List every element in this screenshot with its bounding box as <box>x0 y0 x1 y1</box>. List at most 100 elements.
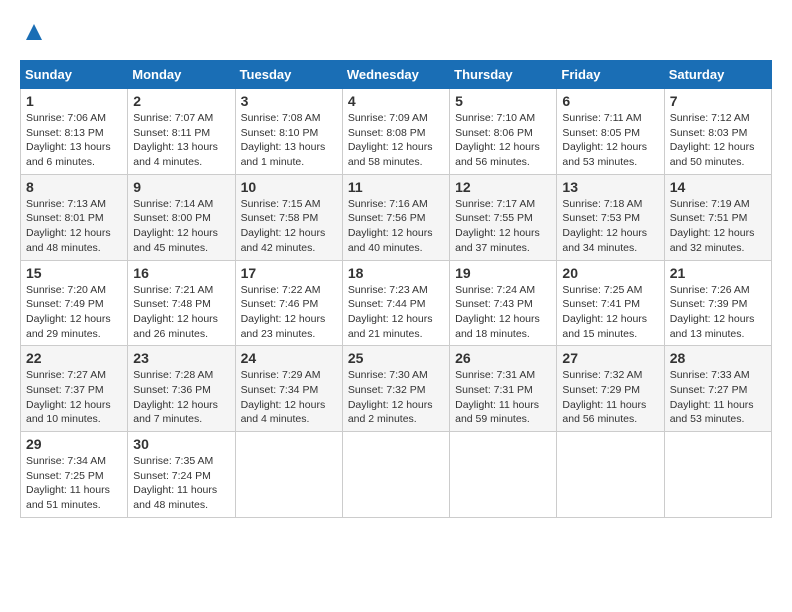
day-info: Sunrise: 7:31 AMSunset: 7:31 PMDaylight:… <box>455 368 551 427</box>
calendar-week-4: 22 Sunrise: 7:27 AMSunset: 7:37 PMDayligh… <box>21 346 772 432</box>
day-number: 15 <box>26 265 122 281</box>
calendar-cell: 26 Sunrise: 7:31 AMSunset: 7:31 PMDayligh… <box>450 346 557 432</box>
day-info: Sunrise: 7:25 AMSunset: 7:41 PMDaylight:… <box>562 283 658 342</box>
calendar-cell: 10Sunrise: 7:15 AMSunset: 7:58 PMDayligh… <box>235 174 342 260</box>
day-info: Sunrise: 7:23 AMSunset: 7:44 PMDaylight:… <box>348 283 444 342</box>
day-header-monday: Monday <box>128 61 235 89</box>
day-info: Sunrise: 7:16 AMSunset: 7:56 PMDaylight:… <box>348 197 444 256</box>
calendar-cell: 3 Sunrise: 7:08 AMSunset: 8:10 PMDaylight… <box>235 89 342 175</box>
day-number: 3 <box>241 93 337 109</box>
day-info: Sunrise: 7:26 AMSunset: 7:39 PMDaylight:… <box>670 283 766 342</box>
calendar-cell: 8 Sunrise: 7:13 AMSunset: 8:01 PMDaylight… <box>21 174 128 260</box>
day-number: 12 <box>455 179 551 195</box>
calendar-cell: 12 Sunrise: 7:17 AMSunset: 7:55 PMDayligh… <box>450 174 557 260</box>
day-info: Sunrise: 7:22 AMSunset: 7:46 PMDaylight:… <box>241 283 337 342</box>
day-info: Sunrise: 7:34 AMSunset: 7:25 PMDaylight:… <box>26 454 122 513</box>
calendar-cell: 15Sunrise: 7:20 AMSunset: 7:49 PMDayligh… <box>21 260 128 346</box>
calendar-cell <box>450 432 557 518</box>
day-info: Sunrise: 7:33 AMSunset: 7:27 PMDaylight:… <box>670 368 766 427</box>
calendar-cell: 24 Sunrise: 7:29 AMSunset: 7:34 PMDayligh… <box>235 346 342 432</box>
day-info: Sunrise: 7:17 AMSunset: 7:55 PMDaylight:… <box>455 197 551 256</box>
calendar-cell: 9 Sunrise: 7:14 AMSunset: 8:00 PMDaylight… <box>128 174 235 260</box>
day-number: 8 <box>26 179 122 195</box>
calendar-cell: 4 Sunrise: 7:09 AMSunset: 8:08 PMDaylight… <box>342 89 449 175</box>
day-info: Sunrise: 7:08 AMSunset: 8:10 PMDaylight:… <box>241 111 337 170</box>
calendar-cell <box>664 432 771 518</box>
day-info: Sunrise: 7:18 AMSunset: 7:53 PMDaylight:… <box>562 197 658 256</box>
calendar-week-2: 8 Sunrise: 7:13 AMSunset: 8:01 PMDaylight… <box>21 174 772 260</box>
calendar-cell: 18 Sunrise: 7:23 AMSunset: 7:44 PMDayligh… <box>342 260 449 346</box>
day-header-wednesday: Wednesday <box>342 61 449 89</box>
day-number: 24 <box>241 350 337 366</box>
calendar-cell: 7 Sunrise: 7:12 AMSunset: 8:03 PMDaylight… <box>664 89 771 175</box>
day-info: Sunrise: 7:28 AMSunset: 7:36 PMDaylight:… <box>133 368 229 427</box>
day-number: 5 <box>455 93 551 109</box>
calendar-cell <box>557 432 664 518</box>
calendar-cell: 19 Sunrise: 7:24 AMSunset: 7:43 PMDayligh… <box>450 260 557 346</box>
day-number: 17 <box>241 265 337 281</box>
calendar-week-3: 15Sunrise: 7:20 AMSunset: 7:49 PMDayligh… <box>21 260 772 346</box>
day-info: Sunrise: 7:10 AMSunset: 8:06 PMDaylight:… <box>455 111 551 170</box>
day-number: 29 <box>26 436 122 452</box>
day-number: 19 <box>455 265 551 281</box>
day-number: 28 <box>670 350 766 366</box>
calendar-cell: 5 Sunrise: 7:10 AMSunset: 8:06 PMDaylight… <box>450 89 557 175</box>
calendar-cell: 23 Sunrise: 7:28 AMSunset: 7:36 PMDayligh… <box>128 346 235 432</box>
day-info: Sunrise: 7:32 AMSunset: 7:29 PMDaylight:… <box>562 368 658 427</box>
day-info: Sunrise: 7:11 AMSunset: 8:05 PMDaylight:… <box>562 111 658 170</box>
day-info: Sunrise: 7:21 AMSunset: 7:48 PMDaylight:… <box>133 283 229 342</box>
day-number: 7 <box>670 93 766 109</box>
day-number: 30 <box>133 436 229 452</box>
day-info: Sunrise: 7:15 AMSunset: 7:58 PMDaylight:… <box>241 197 337 256</box>
day-number: 26 <box>455 350 551 366</box>
day-info: Sunrise: 7:09 AMSunset: 8:08 PMDaylight:… <box>348 111 444 170</box>
day-number: 2 <box>133 93 229 109</box>
day-info: Sunrise: 7:35 AMSunset: 7:24 PMDaylight:… <box>133 454 229 513</box>
header-row: SundayMondayTuesdayWednesdayThursdayFrid… <box>21 61 772 89</box>
calendar-cell: 14 Sunrise: 7:19 AMSunset: 7:51 PMDayligh… <box>664 174 771 260</box>
day-number: 23 <box>133 350 229 366</box>
calendar-cell: 28 Sunrise: 7:33 AMSunset: 7:27 PMDayligh… <box>664 346 771 432</box>
calendar-cell <box>235 432 342 518</box>
calendar-cell: 22 Sunrise: 7:27 AMSunset: 7:37 PMDayligh… <box>21 346 128 432</box>
page-header <box>20 20 772 44</box>
day-info: Sunrise: 7:07 AMSunset: 8:11 PMDaylight:… <box>133 111 229 170</box>
day-number: 20 <box>562 265 658 281</box>
calendar-cell: 25Sunrise: 7:30 AMSunset: 7:32 PMDayligh… <box>342 346 449 432</box>
day-number: 22 <box>26 350 122 366</box>
day-info: Sunrise: 7:29 AMSunset: 7:34 PMDaylight:… <box>241 368 337 427</box>
calendar-cell: 30 Sunrise: 7:35 AMSunset: 7:24 PMDayligh… <box>128 432 235 518</box>
calendar-cell: 2 Sunrise: 7:07 AMSunset: 8:11 PMDaylight… <box>128 89 235 175</box>
day-number: 4 <box>348 93 444 109</box>
day-info: Sunrise: 7:12 AMSunset: 8:03 PMDaylight:… <box>670 111 766 170</box>
day-number: 18 <box>348 265 444 281</box>
calendar-cell: 13 Sunrise: 7:18 AMSunset: 7:53 PMDayligh… <box>557 174 664 260</box>
calendar-week-1: 1Sunrise: 7:06 AMSunset: 8:13 PMDaylight… <box>21 89 772 175</box>
day-info: Sunrise: 7:13 AMSunset: 8:01 PMDaylight:… <box>26 197 122 256</box>
day-number: 16 <box>133 265 229 281</box>
day-number: 21 <box>670 265 766 281</box>
day-header-thursday: Thursday <box>450 61 557 89</box>
day-number: 1 <box>26 93 122 109</box>
day-number: 14 <box>670 179 766 195</box>
logo-icon <box>22 20 46 44</box>
day-info: Sunrise: 7:27 AMSunset: 7:37 PMDaylight:… <box>26 368 122 427</box>
day-number: 9 <box>133 179 229 195</box>
day-info: Sunrise: 7:14 AMSunset: 8:00 PMDaylight:… <box>133 197 229 256</box>
calendar-cell <box>342 432 449 518</box>
calendar-cell: 11Sunrise: 7:16 AMSunset: 7:56 PMDayligh… <box>342 174 449 260</box>
calendar-week-5: 29 Sunrise: 7:34 AMSunset: 7:25 PMDayligh… <box>21 432 772 518</box>
calendar-cell: 27 Sunrise: 7:32 AMSunset: 7:29 PMDayligh… <box>557 346 664 432</box>
day-number: 13 <box>562 179 658 195</box>
day-info: Sunrise: 7:19 AMSunset: 7:51 PMDaylight:… <box>670 197 766 256</box>
calendar-cell: 6 Sunrise: 7:11 AMSunset: 8:05 PMDaylight… <box>557 89 664 175</box>
day-info: Sunrise: 7:30 AMSunset: 7:32 PMDaylight:… <box>348 368 444 427</box>
calendar-table: SundayMondayTuesdayWednesdayThursdayFrid… <box>20 60 772 518</box>
calendar-cell: 17 Sunrise: 7:22 AMSunset: 7:46 PMDayligh… <box>235 260 342 346</box>
day-info: Sunrise: 7:24 AMSunset: 7:43 PMDaylight:… <box>455 283 551 342</box>
calendar-cell: 20 Sunrise: 7:25 AMSunset: 7:41 PMDayligh… <box>557 260 664 346</box>
calendar-cell: 16 Sunrise: 7:21 AMSunset: 7:48 PMDayligh… <box>128 260 235 346</box>
day-header-saturday: Saturday <box>664 61 771 89</box>
day-number: 27 <box>562 350 658 366</box>
day-number: 6 <box>562 93 658 109</box>
